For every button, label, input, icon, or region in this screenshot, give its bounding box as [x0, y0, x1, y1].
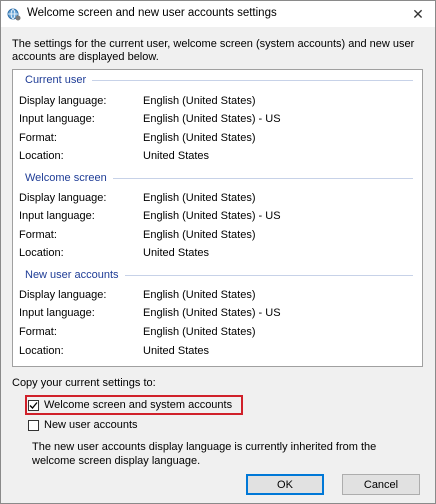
- group-title: Welcome screen: [25, 172, 107, 184]
- row-value: English (United States) - US: [143, 210, 281, 222]
- row-label: Display language:: [19, 95, 107, 107]
- intro-text: The settings for the current user, welco…: [12, 38, 415, 63]
- row-label: Location:: [19, 247, 64, 259]
- row-label: Format:: [19, 326, 57, 338]
- group-header-welcome-screen: Welcome screen: [25, 172, 413, 184]
- checkbox-box[interactable]: [28, 419, 39, 431]
- row-value: English (United States) - US: [143, 113, 281, 125]
- title-bar: Welcome screen and new user accounts set…: [1, 1, 435, 27]
- row-value: United States: [143, 345, 210, 357]
- highlight-annotation: [25, 395, 243, 415]
- row-value: English (United States): [143, 326, 256, 338]
- row-value: English (United States): [143, 95, 256, 107]
- row-value: English (United States): [143, 289, 256, 301]
- group-header-new-user-accounts: New user accounts: [25, 269, 413, 281]
- row-label: Format:: [19, 132, 57, 144]
- row-value: English (United States): [143, 229, 256, 241]
- row-label: Display language:: [19, 289, 107, 301]
- ok-button[interactable]: OK: [246, 474, 324, 495]
- new-user-accounts-checkbox[interactable]: New user accounts: [28, 419, 138, 431]
- row-value: English (United States) - US: [143, 307, 281, 319]
- group-title: Current user: [25, 74, 87, 86]
- group-divider: [112, 177, 413, 179]
- checkbox-label: New user accounts: [44, 419, 138, 431]
- row-label: Format:: [19, 229, 57, 241]
- close-button[interactable]: ✕: [401, 1, 435, 27]
- row-label: Location:: [19, 150, 64, 162]
- copy-settings-label: Copy your current settings to:: [12, 377, 156, 389]
- settings-panel: Current user Display language: English (U…: [12, 69, 423, 367]
- row-label: Input language:: [19, 210, 95, 222]
- close-icon: ✕: [412, 5, 424, 22]
- globe-settings-icon: [7, 7, 21, 21]
- cancel-button[interactable]: Cancel: [342, 474, 420, 495]
- row-label: Input language:: [19, 307, 95, 319]
- group-title: New user accounts: [25, 269, 119, 281]
- dialog-window: Welcome screen and new user accounts set…: [0, 0, 436, 504]
- row-label: Display language:: [19, 192, 107, 204]
- row-label: Location:: [19, 345, 64, 357]
- row-value: United States: [143, 247, 210, 259]
- row-value: United States: [143, 150, 210, 162]
- inheritance-note: The new user accounts display language i…: [32, 441, 377, 467]
- group-divider: [124, 274, 413, 276]
- row-value: English (United States): [143, 192, 256, 204]
- group-divider: [92, 79, 413, 81]
- group-header-current-user: Current user: [25, 74, 413, 86]
- row-value: English (United States): [143, 132, 256, 144]
- row-label: Input language:: [19, 113, 95, 125]
- window-title: Welcome screen and new user accounts set…: [27, 7, 277, 19]
